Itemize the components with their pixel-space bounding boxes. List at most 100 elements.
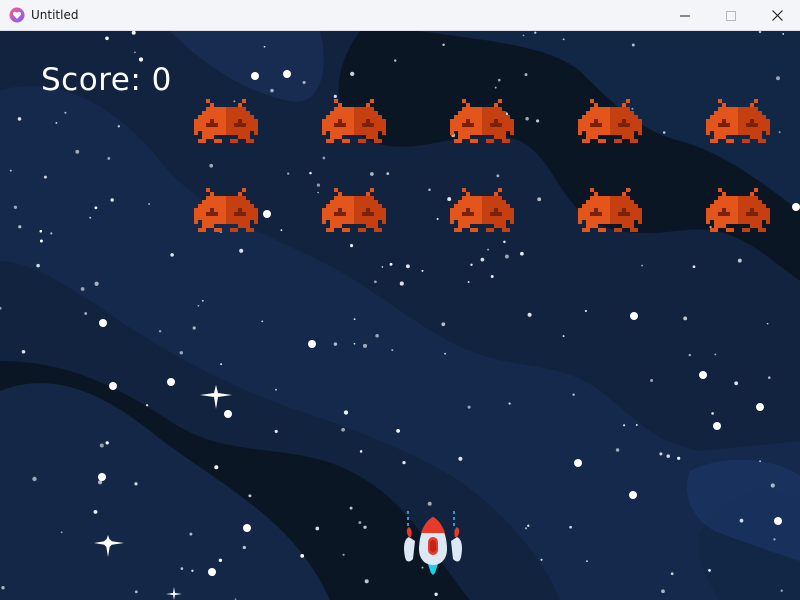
star — [496, 174, 500, 178]
star — [630, 312, 638, 320]
star — [683, 316, 688, 321]
star — [9, 169, 12, 172]
star — [766, 322, 769, 325]
star — [316, 183, 321, 187]
star — [562, 38, 565, 41]
star — [270, 88, 274, 93]
star — [527, 524, 530, 527]
star — [84, 312, 88, 315]
star — [504, 254, 509, 259]
star — [467, 281, 470, 283]
star — [39, 239, 43, 243]
star — [497, 78, 501, 82]
star — [342, 553, 345, 556]
star — [364, 579, 369, 584]
star — [192, 326, 196, 330]
player-spaceship[interactable] — [403, 511, 463, 577]
star — [353, 318, 356, 321]
star — [737, 258, 742, 263]
star — [670, 572, 674, 576]
star — [421, 269, 424, 272]
star — [274, 429, 278, 433]
star — [780, 589, 783, 592]
star — [503, 240, 506, 244]
star — [180, 567, 184, 570]
star — [444, 352, 447, 355]
star — [117, 125, 120, 128]
star — [522, 34, 525, 37]
star — [189, 532, 193, 536]
star — [623, 424, 626, 427]
star — [520, 251, 524, 256]
star — [145, 404, 149, 407]
star — [179, 351, 183, 355]
star — [64, 111, 67, 114]
star — [386, 172, 390, 175]
star — [434, 592, 438, 596]
game-canvas[interactable]: Score: 0 — [0, 31, 800, 600]
star — [39, 229, 43, 233]
star — [470, 263, 473, 266]
close-button[interactable] — [754, 0, 800, 31]
star — [713, 422, 721, 430]
star — [239, 248, 244, 253]
star — [94, 281, 99, 286]
star — [540, 558, 543, 561]
minimize-button[interactable] — [662, 0, 708, 31]
score-label: Score: — [41, 62, 142, 98]
star — [467, 405, 471, 409]
star — [251, 72, 259, 80]
star — [21, 350, 26, 354]
star — [218, 558, 223, 562]
star — [350, 71, 355, 77]
minimize-icon — [680, 15, 690, 16]
star — [107, 156, 111, 160]
star — [214, 465, 219, 470]
star — [158, 330, 162, 333]
star — [36, 263, 40, 268]
alien-invader — [194, 188, 258, 232]
star — [283, 70, 291, 78]
star — [208, 568, 216, 576]
star — [778, 131, 781, 134]
star — [490, 275, 494, 278]
star — [536, 119, 540, 123]
star — [89, 216, 92, 219]
star — [734, 381, 739, 386]
star — [80, 287, 85, 291]
maximize-button[interactable] — [708, 0, 754, 31]
star — [333, 94, 337, 99]
star — [110, 198, 114, 202]
star — [105, 441, 109, 445]
star — [487, 248, 490, 251]
star — [427, 501, 432, 506]
star — [201, 299, 204, 302]
star — [391, 349, 394, 352]
star — [527, 312, 532, 317]
star — [524, 527, 528, 530]
star — [572, 393, 575, 396]
space-background — [0, 31, 800, 600]
star — [212, 574, 215, 577]
star — [629, 491, 637, 499]
star — [109, 382, 117, 390]
star — [308, 340, 316, 348]
star — [759, 460, 762, 463]
star — [105, 36, 109, 41]
star — [98, 473, 106, 481]
alien-invader — [706, 99, 770, 143]
star — [333, 342, 338, 346]
star — [93, 509, 98, 514]
star — [773, 538, 776, 541]
star — [167, 378, 175, 386]
star — [261, 320, 264, 323]
window-title: Untitled — [31, 8, 79, 22]
star — [615, 448, 620, 452]
star — [374, 280, 377, 284]
maximize-icon — [726, 10, 736, 21]
star — [396, 429, 400, 433]
star — [300, 554, 305, 558]
star — [98, 480, 103, 485]
star — [363, 525, 367, 529]
star — [480, 257, 485, 262]
